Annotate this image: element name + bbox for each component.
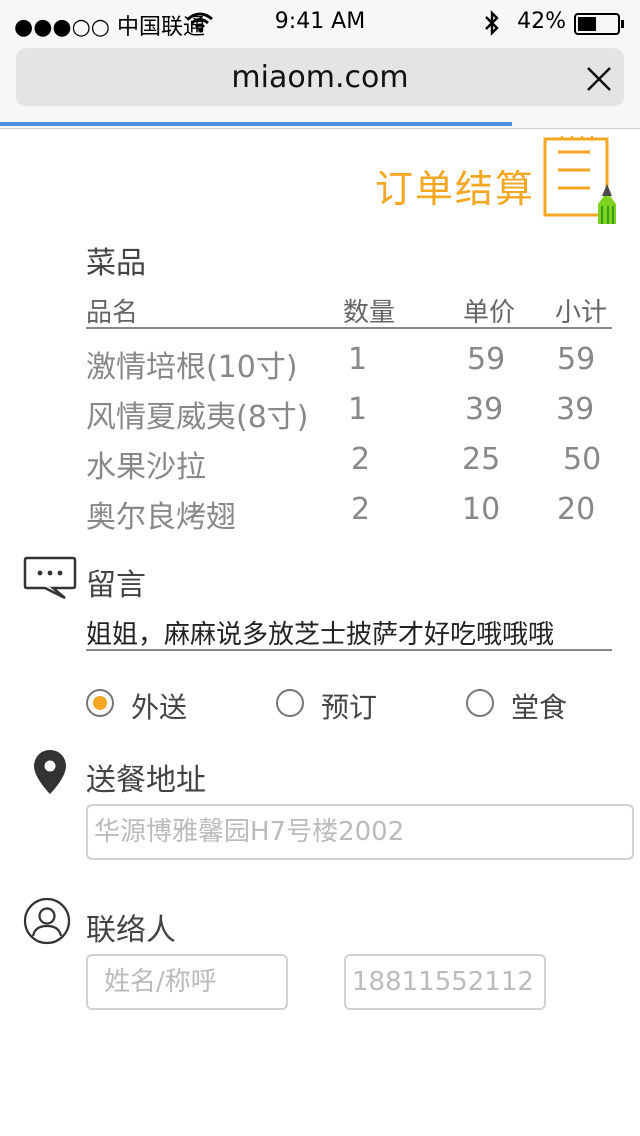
dish-name: 激情培根(10寸) — [86, 350, 298, 385]
user-icon — [23, 897, 71, 945]
divider — [0, 128, 640, 129]
address-input[interactable] — [86, 804, 634, 860]
battery-percent: 42% — [517, 9, 566, 34]
dish-name: 水果沙拉 — [86, 450, 206, 485]
url-text: miaom.com — [231, 60, 409, 95]
address-section-title: 送餐地址 — [86, 763, 206, 798]
dish-price: 10 — [462, 492, 501, 527]
col-header-subtotal: 小计 — [555, 298, 608, 328]
contact-name-input[interactable] — [86, 954, 288, 1010]
dish-subtotal: 39 — [556, 392, 595, 427]
dish-name: 风情夏威夷(8寸) — [86, 400, 309, 435]
message-field[interactable]: 姐姐，麻麻说多放芝士披萨才好吃哦哦哦 — [86, 614, 554, 651]
dish-price: 59 — [467, 342, 506, 377]
dish-qty: 1 — [348, 342, 368, 377]
radio-dine-in-label: 堂食 — [511, 691, 568, 724]
url-field[interactable]: miaom.com — [16, 48, 624, 106]
dish-price: 25 — [462, 442, 501, 477]
status-bar: ●●●○○ 中国联通 9:41 AM 42% — [0, 0, 640, 44]
battery-icon — [574, 13, 624, 35]
radio-delivery-label: 外送 — [131, 691, 188, 724]
close-icon[interactable] — [586, 66, 612, 92]
page-load-progress — [0, 122, 512, 126]
page-title: 订单结算 — [375, 167, 536, 211]
dish-subtotal: 59 — [557, 342, 596, 377]
col-header-qty: 数量 — [343, 298, 396, 328]
message-section-title: 留言 — [86, 568, 146, 603]
radio-dine-in[interactable] — [466, 689, 494, 717]
order-notepad-icon — [543, 136, 616, 224]
dish-name: 奥尔良烤翅 — [86, 500, 236, 535]
dishes-section-title: 菜品 — [86, 246, 146, 281]
radio-delivery[interactable] — [86, 689, 114, 717]
dish-subtotal: 20 — [557, 492, 596, 527]
dish-qty: 1 — [348, 392, 368, 427]
dish-qty: 2 — [351, 492, 371, 527]
contact-section-title: 联络人 — [86, 913, 176, 948]
dish-subtotal: 50 — [563, 442, 602, 477]
dish-qty: 2 — [351, 442, 371, 477]
col-header-name: 品名 — [86, 298, 139, 328]
contact-phone-input[interactable] — [344, 954, 546, 1010]
bluetooth-icon — [485, 10, 499, 36]
browser-bar: miaom.com — [0, 44, 640, 130]
radio-reserve[interactable] — [276, 689, 304, 717]
message-underline — [86, 649, 612, 651]
col-header-price: 单价 — [463, 298, 516, 328]
map-pin-icon — [34, 750, 66, 794]
chat-bubble-icon — [23, 556, 77, 600]
table-header-underline — [86, 327, 612, 329]
dish-price: 39 — [465, 392, 504, 427]
radio-reserve-label: 预订 — [321, 691, 378, 724]
